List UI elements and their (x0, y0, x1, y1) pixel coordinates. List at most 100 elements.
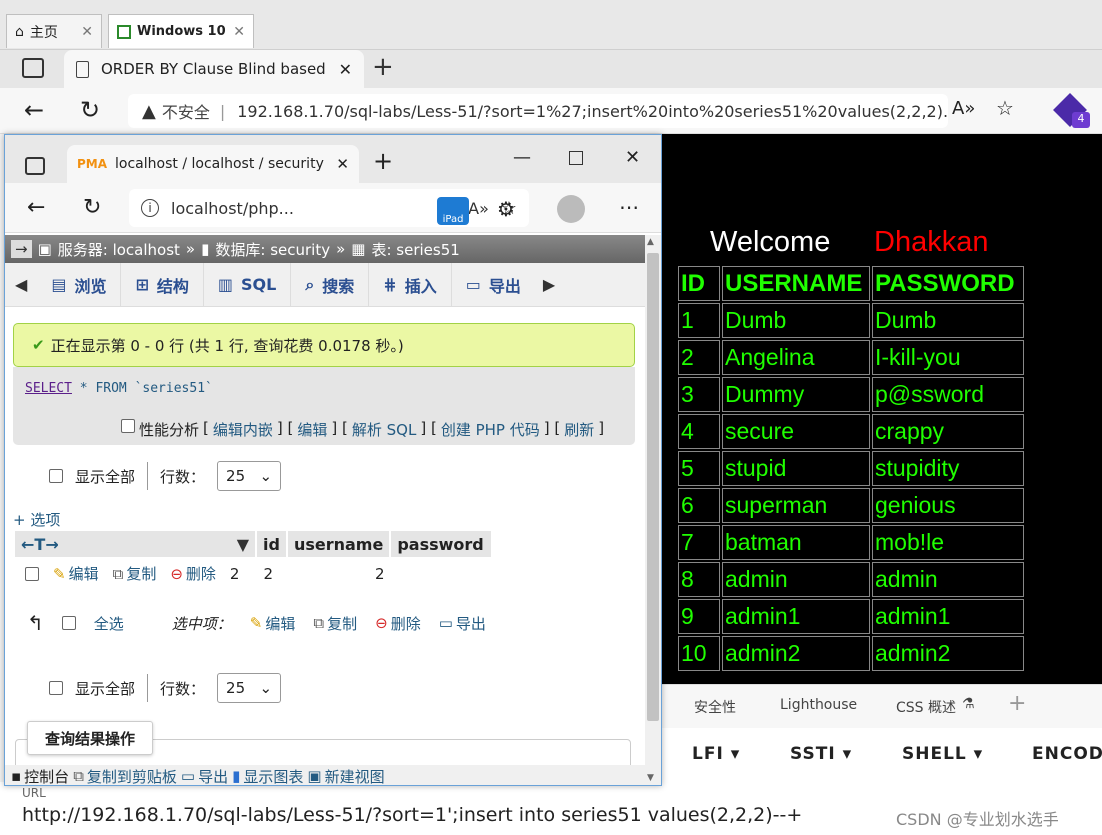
devtools-tab-lighthouse[interactable]: Lighthouse (780, 697, 857, 713)
divider (147, 674, 149, 702)
add-tab-icon[interactable]: + (1008, 691, 1026, 716)
read-aloud-icon[interactable]: A» (952, 98, 975, 119)
col-header-username[interactable]: username (287, 531, 390, 557)
link-edit-inline[interactable]: 编辑内嵌 (213, 419, 273, 440)
bulk-actions: ↰ 全选 选中项： ✎ 编辑 ⧉ 复制 ⊖ 删除 ▭ 导出 (27, 611, 486, 635)
bulk-edit-button[interactable]: ✎ 编辑 (250, 613, 296, 634)
col-header-username: USERNAME (722, 266, 870, 301)
cell-password: Dumb (872, 303, 1024, 338)
popup-tab-active[interactable]: PMA localhost / localhost / security / s… (67, 145, 359, 183)
link-explain-sql[interactable]: 解析 SQL (352, 419, 416, 440)
favorite-add-icon[interactable]: ☆ (996, 96, 1014, 120)
tab-structure[interactable]: ⊞ 结构 (121, 263, 204, 306)
cell-id: 2 (229, 564, 240, 583)
new-tab-icon[interactable]: + (373, 147, 393, 175)
more-icon[interactable]: ⋯ (619, 195, 639, 219)
scrollbar-thumb[interactable] (647, 253, 659, 721)
sort-dropdown-icon[interactable]: ▼ (237, 535, 249, 554)
footer-actions: ▪ 控制台 ⧉ 复制到剪贴板 ▭ 导出 ▮ 显示图表 ▣ 新建视图 (5, 765, 645, 785)
hackbar-shell[interactable]: SHELL ▾ (902, 744, 983, 764)
scroll-down-icon[interactable]: ▼ (647, 773, 654, 783)
create-view-button[interactable]: ▣ 新建视图 (307, 766, 384, 785)
cell-id: 1 (678, 303, 720, 338)
popup-address-bar[interactable]: i localhost/php... A» ☆ (129, 189, 529, 227)
copy-clipboard-button[interactable]: ⧉ 复制到剪贴板 (73, 766, 177, 785)
back-icon[interactable]: ← (27, 195, 45, 220)
hackbar-lfi[interactable]: LFI ▾ (692, 744, 740, 764)
vm-tab-windows10[interactable]: Windows 10 ✕ (108, 14, 254, 48)
close-window-icon[interactable]: ✕ (625, 147, 640, 168)
tab-actions-icon[interactable] (25, 157, 45, 175)
cell-id: 5 (678, 451, 720, 486)
link-create-php[interactable]: 创建 PHP 代码 (441, 419, 540, 440)
display-chart-button[interactable]: ▮ 显示图表 (232, 766, 303, 785)
select-all-checkbox[interactable] (61, 616, 76, 630)
sort-arrows-icon[interactable]: ←T→ (21, 535, 59, 554)
back-icon[interactable]: ← (24, 96, 44, 124)
row-copy-button[interactable]: ⧉ 复制 (113, 563, 157, 584)
devtools-tab-css-overview[interactable]: CSS 概述 (896, 697, 956, 717)
hackbar-encoding[interactable]: ENCODI (1032, 744, 1102, 764)
row-checkbox[interactable] (25, 566, 39, 581)
scroll-up-icon[interactable]: ▲ (647, 237, 654, 247)
rows-select[interactable]: 25 ⌄ (217, 461, 282, 491)
pencil-icon: ✎ (249, 614, 263, 632)
minimize-icon[interactable]: — (513, 147, 531, 168)
tab-actions-icon[interactable] (22, 58, 44, 78)
toggle-arrow-icon[interactable]: → (11, 240, 32, 258)
new-tab-icon[interactable]: + (372, 52, 394, 82)
rows-select[interactable]: 25 ⌄ (217, 673, 282, 703)
row-edit-button[interactable]: ✎ 编辑 (53, 563, 99, 584)
close-icon[interactable]: ✕ (336, 155, 349, 173)
row-delete-button[interactable]: ⊖ 删除 (170, 563, 216, 584)
extensions-icon[interactable]: ⚙ (497, 197, 515, 221)
read-aloud-icon[interactable]: A» (468, 199, 489, 218)
export-icon: ▭ (180, 767, 196, 785)
close-icon[interactable]: ✕ (339, 60, 352, 79)
sql-keyword[interactable]: SELECT (25, 381, 72, 396)
col-header-password[interactable]: password (391, 531, 492, 557)
bulk-copy-button[interactable]: ⧉ 复制 (313, 613, 357, 634)
tab-export[interactable]: ▭ 导出 (452, 263, 535, 306)
browser-tab-active[interactable]: ORDER BY Clause Blind based ✕ (64, 50, 364, 88)
scroll-right-icon[interactable]: ▶ (535, 275, 563, 294)
cell-password: admin1 (872, 599, 1024, 634)
with-selected-label: 选中项： (171, 614, 232, 633)
bulk-export-button[interactable]: ▭ 导出 (439, 613, 486, 634)
tab-search[interactable]: ⌕ 搜索 (291, 263, 370, 306)
breadcrumb-table[interactable]: 表: series51 (371, 239, 459, 260)
link-edit[interactable]: 编辑 (297, 419, 327, 440)
devtools-tab-security[interactable]: 安全性 (694, 697, 736, 717)
show-all-checkbox[interactable] (49, 469, 63, 483)
address-url: 192.168.1.70/sql-labs/Less-51/?sort=1%27… (237, 101, 948, 121)
console-button[interactable]: ▪ 控制台 (11, 766, 69, 785)
refresh-icon[interactable]: ↻ (83, 195, 101, 220)
maximize-icon[interactable] (569, 151, 583, 165)
copy-icon: ⧉ (313, 614, 325, 632)
bulk-delete-button[interactable]: ⊖ 删除 (375, 613, 421, 634)
export-button[interactable]: ▭ 导出 (180, 766, 228, 785)
ipad-icon[interactable]: iPad (437, 197, 469, 225)
url-input[interactable]: http://192.168.1.70/sql-labs/Less-51/?so… (22, 804, 802, 826)
options-link[interactable]: + 选项 (13, 509, 60, 530)
vm-tab-home[interactable]: ⌂ 主页 ✕ (6, 14, 102, 48)
scroll-left-icon[interactable]: ◀ (5, 275, 37, 294)
close-icon[interactable]: ✕ (233, 24, 245, 40)
profile-avatar[interactable] (557, 195, 585, 223)
tab-insert[interactable]: ⋕ 插入 (369, 263, 452, 306)
refresh-icon[interactable]: ↻ (80, 96, 100, 124)
breadcrumb-database[interactable]: 数据库: security (215, 239, 330, 260)
tab-browse[interactable]: ▤ 浏览 (37, 263, 122, 306)
address-bar[interactable]: ▲ 不安全 | 192.168.1.70/sql-labs/Less-51/?s… (128, 94, 948, 128)
hackbar-ssti[interactable]: SSTI ▾ (790, 744, 852, 764)
select-all-link[interactable]: 全选 (94, 613, 124, 634)
cell-password: admin (872, 562, 1024, 597)
show-all-checkbox[interactable] (49, 681, 63, 695)
breadcrumb-server[interactable]: 服务器: localhost (58, 239, 180, 260)
profiling-checkbox[interactable] (121, 419, 135, 433)
link-refresh[interactable]: 刷新 (564, 419, 594, 440)
close-icon[interactable]: ✕ (81, 24, 93, 40)
view-icon: ▣ (307, 767, 322, 785)
col-header-id[interactable]: id (257, 531, 286, 557)
tab-sql[interactable]: ▥ SQL (204, 263, 292, 306)
